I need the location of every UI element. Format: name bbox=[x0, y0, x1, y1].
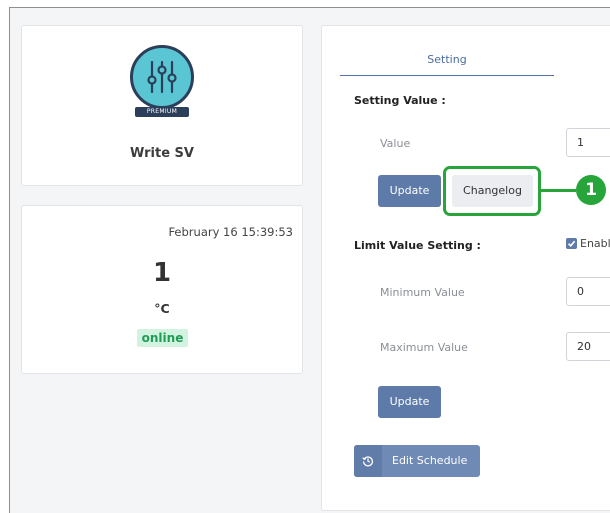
premium-badge: PREMIUM bbox=[135, 107, 189, 117]
maximum-value-input[interactable]: 20 bbox=[566, 332, 610, 361]
edit-schedule-label: Edit Schedule bbox=[392, 454, 468, 467]
limit-setting-title: Limit Value Setting : bbox=[354, 239, 481, 252]
update-value-button[interactable]: Update bbox=[378, 175, 441, 207]
callout-marker: 1 bbox=[576, 175, 606, 205]
edit-schedule-button[interactable]: Edit Schedule bbox=[354, 445, 480, 477]
sliders-icon bbox=[130, 45, 194, 109]
enable-label: Enabl bbox=[580, 237, 610, 250]
enable-checkbox[interactable] bbox=[566, 238, 577, 249]
update-limits-button[interactable]: Update bbox=[378, 386, 441, 418]
setting-value-title: Setting Value : bbox=[354, 94, 446, 107]
widget-title: Write SV bbox=[130, 146, 194, 161]
value-label: Value bbox=[380, 137, 411, 150]
tab-setting[interactable]: Setting bbox=[340, 46, 554, 76]
minimum-value-input[interactable]: 0 bbox=[566, 277, 610, 306]
history-icon bbox=[354, 445, 382, 477]
callout-connector bbox=[541, 189, 576, 192]
maximum-value-label: Maximum Value bbox=[380, 341, 468, 354]
current-value: 1 bbox=[152, 258, 172, 288]
value-unit: °C bbox=[154, 301, 170, 316]
status-badge: online bbox=[137, 329, 188, 347]
last-update-timestamp: February 16 15:39:53 bbox=[168, 225, 293, 239]
callout-highlight bbox=[443, 166, 541, 216]
check-icon bbox=[567, 240, 576, 247]
minimum-value-label: Minimum Value bbox=[380, 286, 465, 299]
value-input[interactable]: 1 bbox=[566, 128, 610, 157]
